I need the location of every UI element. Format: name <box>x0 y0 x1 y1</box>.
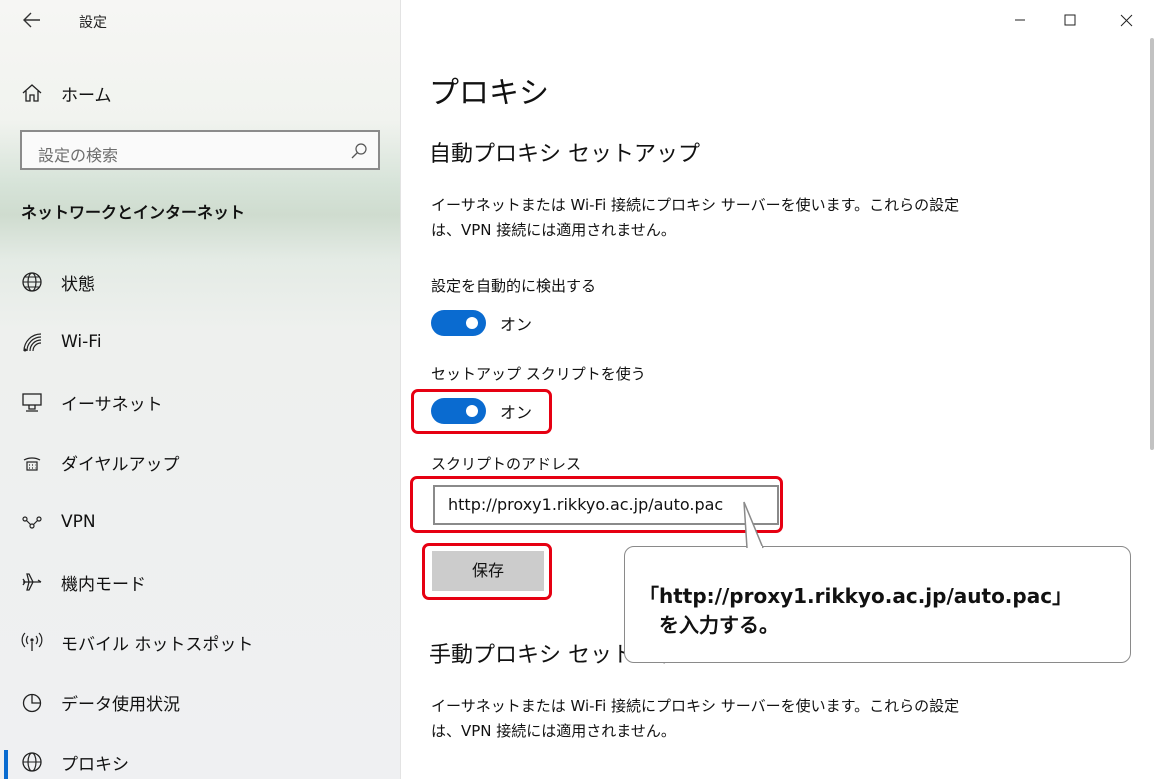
globe-icon <box>20 270 44 294</box>
back-arrow-icon <box>23 12 40 28</box>
sidebar-item-mobile-hotspot[interactable]: モバイル ホットスポット <box>0 612 401 672</box>
scrollbar[interactable] <box>1150 38 1154 450</box>
sidebar-item-wifi[interactable]: Wi-Fi <box>0 312 401 372</box>
sidebar: 設定 ホーム 設定の検索 ネットワークとインターネット 状態 Wi-Fi イーサ… <box>0 0 401 779</box>
detect-settings-toggle-row: オン <box>431 310 532 336</box>
sidebar-item-proxy[interactable]: プロキシ <box>0 732 401 779</box>
detect-settings-label: 設定を自動的に検出する <box>431 277 597 295</box>
description-line: は、VPN 接続には適用されません。 <box>431 722 676 740</box>
maximize-icon <box>1064 14 1076 26</box>
sidebar-item-label: ダイヤルアップ <box>61 454 180 475</box>
toggle-knob <box>466 317 478 329</box>
description-line: イーサネットまたは Wi-Fi 接続にプロキシ サーバーを使います。これらの設定 <box>431 196 960 214</box>
home-label: ホーム <box>61 85 112 106</box>
sidebar-item-label: VPN <box>61 512 96 532</box>
dialup-icon <box>20 450 44 474</box>
search-icon <box>350 142 368 164</box>
search-placeholder: 設定の検索 <box>38 146 119 165</box>
callout-line-1: 「http://proxy1.rikkyo.ac.jp/auto.pac」 <box>639 584 1073 608</box>
sidebar-item-data-usage[interactable]: データ使用状況 <box>0 672 401 732</box>
close-icon <box>1120 14 1132 26</box>
sidebar-item-label: データ使用状況 <box>61 694 180 715</box>
callout-line-2: を入力する。 <box>659 613 779 637</box>
sidebar-nav: 状態 Wi-Fi イーサネット ダイヤルアップ VPN 機内モード モバイル ホ… <box>0 252 401 779</box>
sidebar-item-ethernet[interactable]: イーサネット <box>0 372 401 432</box>
minimize-button[interactable] <box>997 0 1043 40</box>
sidebar-item-vpn[interactable]: VPN <box>0 492 401 552</box>
callout-pointer <box>743 501 764 549</box>
active-indicator <box>4 750 8 779</box>
auto-proxy-heading: 自動プロキシ セットアップ <box>429 142 700 167</box>
globe-icon <box>20 750 44 774</box>
home-icon <box>20 81 44 105</box>
address-highlight <box>410 476 783 533</box>
page-title: プロキシ <box>429 76 549 111</box>
app-title: 設定 <box>79 15 107 31</box>
script-address-label: スクリプトのアドレス <box>431 455 582 473</box>
wifi-icon <box>20 330 44 354</box>
airplane-icon <box>20 570 44 594</box>
use-script-label: セットアップ スクリプトを使う <box>431 365 646 383</box>
sidebar-item-airplane-mode[interactable]: 機内モード <box>0 552 401 612</box>
detect-settings-toggle[interactable] <box>431 310 486 336</box>
sidebar-item-dialup[interactable]: ダイヤルアップ <box>0 432 401 492</box>
close-button[interactable] <box>1103 0 1149 40</box>
description-line: は、VPN 接続には適用されません。 <box>431 221 676 239</box>
toggle-highlight <box>411 389 552 434</box>
sidebar-item-label: 機内モード <box>61 574 146 595</box>
ethernet-icon <box>20 390 44 414</box>
minimize-icon <box>1015 19 1025 21</box>
description-line: イーサネットまたは Wi-Fi 接続にプロキシ サーバーを使います。これらの設定 <box>431 697 960 715</box>
sidebar-item-label: 状態 <box>61 274 95 295</box>
data-usage-icon <box>20 690 44 714</box>
vpn-icon <box>20 510 44 534</box>
sidebar-item-label: モバイル ホットスポット <box>61 634 254 655</box>
sidebar-item-label: イーサネット <box>61 394 163 415</box>
section-title: ネットワークとインターネット <box>21 203 246 222</box>
auto-proxy-description: イーサネットまたは Wi-Fi 接続にプロキシ サーバーを使います。これらの設定… <box>431 193 971 243</box>
maximize-button[interactable] <box>1047 0 1093 40</box>
sidebar-item-label: Wi-Fi <box>61 332 102 352</box>
settings-search-input[interactable]: 設定の検索 <box>20 130 380 170</box>
save-highlight <box>422 543 552 600</box>
instruction-callout: 「http://proxy1.rikkyo.ac.jp/auto.pac」 を入… <box>624 546 1131 663</box>
main-content: プロキシ 自動プロキシ セットアップ イーサネットまたは Wi-Fi 接続にプロ… <box>401 0 1157 779</box>
manual-proxy-description: イーサネットまたは Wi-Fi 接続にプロキシ サーバーを使います。これらの設定… <box>431 694 971 744</box>
sidebar-item-label: プロキシ <box>61 754 129 775</box>
hotspot-icon <box>20 630 44 654</box>
toggle-state-text: オン <box>500 315 533 334</box>
sidebar-item-status[interactable]: 状態 <box>0 252 401 312</box>
back-button[interactable] <box>18 8 46 32</box>
home-nav-item[interactable]: ホーム <box>20 80 112 106</box>
